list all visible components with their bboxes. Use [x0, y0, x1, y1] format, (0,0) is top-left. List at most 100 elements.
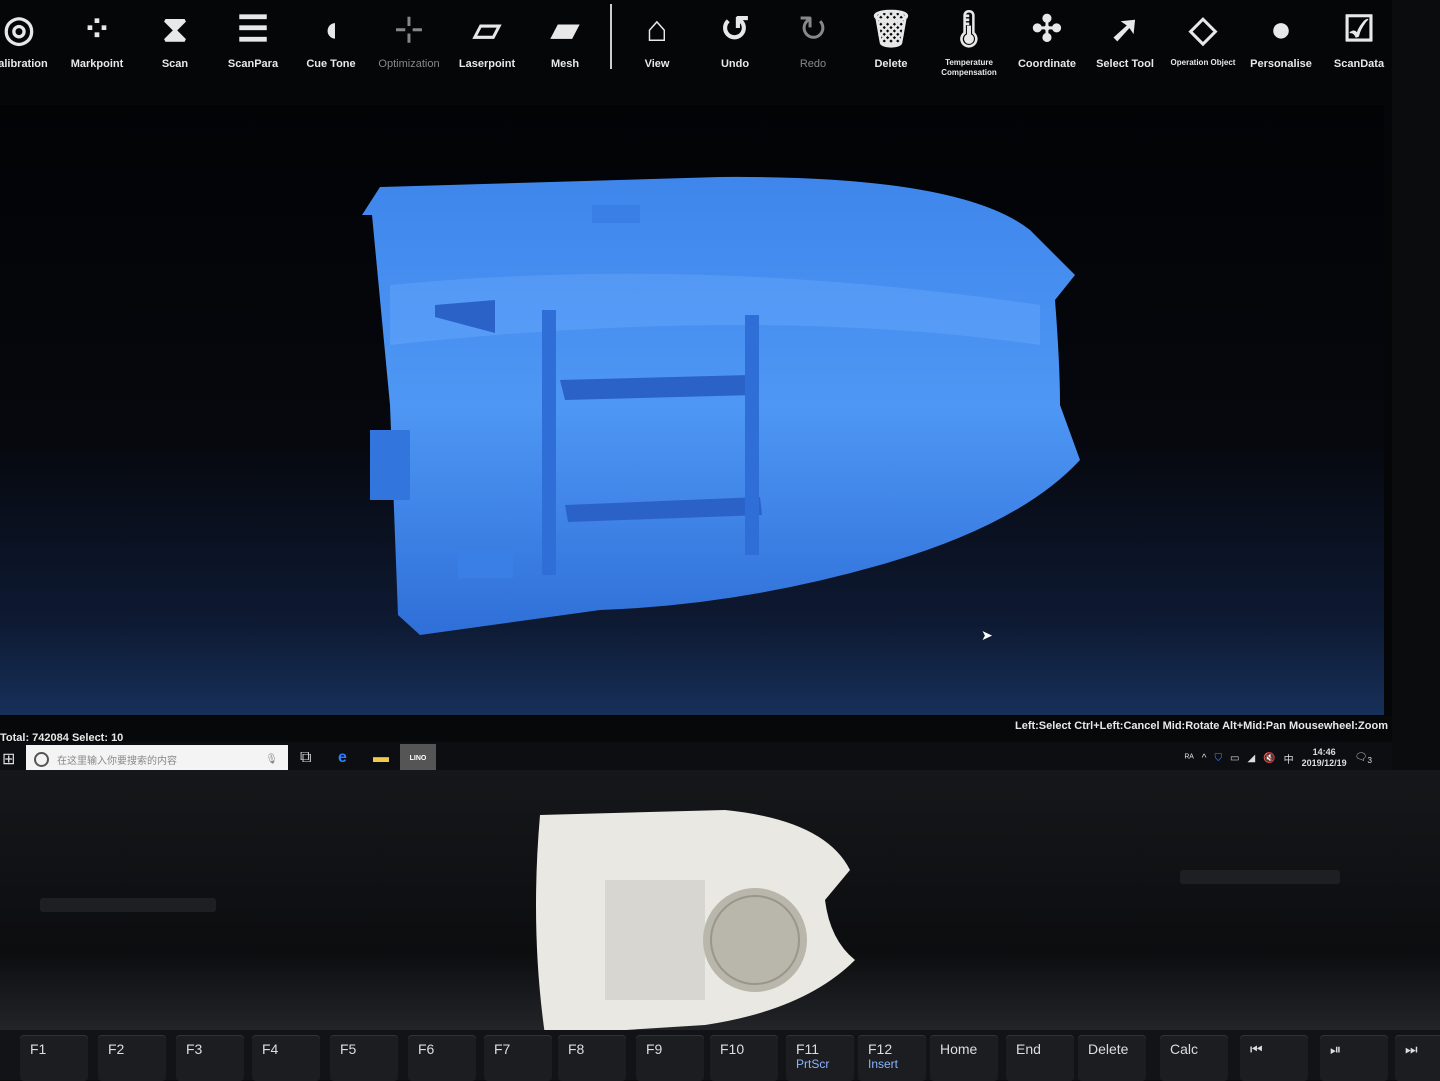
system-tray: ᴿᴬ ^ ⛉ ▭ ◢ 🔇 中 14:46 2019/12/19 🗨3 — [1185, 742, 1372, 770]
key-delete[interactable]: Delete — [1078, 1035, 1146, 1081]
sliders-icon: ☰ — [236, 8, 270, 49]
toolbar-delete-button[interactable]: 🗑 Delete — [852, 0, 930, 71]
lasso-select-icon: ➚ — [1109, 8, 1141, 49]
toolbar-scandata-button[interactable]: ☑ ScanData — [1320, 0, 1392, 71]
edge-browser-icon[interactable]: e — [338, 749, 347, 767]
key-f7[interactable]: F7 — [484, 1035, 552, 1081]
task-view-icon[interactable]: ⧉ — [300, 749, 311, 767]
windows-taskbar: ⊞ 在这里输入你要搜索的内容 🎙 ⧉ e ▬ LINO ᴿᴬ ^ ⛉ ▭ ◢ 🔇… — [0, 742, 1392, 770]
main-toolbar: ◎ Calibration ⁘ Markpoint ⧗ Scan ☰ ScanPara ◖ Cue… — [0, 0, 1392, 105]
key-label: F1 — [30, 1041, 47, 1057]
key-media-18[interactable]: ⏭ — [1395, 1035, 1440, 1081]
trash-icon: 🗑 — [868, 8, 914, 49]
key-f9[interactable]: F9 — [636, 1035, 704, 1081]
key-label: F6 — [418, 1041, 435, 1057]
microphone-icon[interactable]: 🎙 — [265, 754, 278, 765]
key-label: F8 — [568, 1041, 585, 1057]
toolbar-label: Coordinate — [1017, 58, 1077, 70]
key-label: F12 — [868, 1041, 893, 1057]
toolbar-label: Select Tool — [1096, 58, 1154, 70]
toolbar-calibration-button[interactable]: ◎ Calibration — [0, 0, 58, 71]
toolbar-label: Markpoint — [70, 58, 124, 70]
toolbar-select-tool-button[interactable]: ➚ Select Tool — [1086, 0, 1164, 71]
key-f12[interactable]: F12 Insert — [858, 1035, 926, 1081]
key-label: Calc — [1170, 1041, 1199, 1057]
key-f1[interactable]: F1 — [20, 1035, 88, 1081]
toolbar-cue-tone-button[interactable]: ◖ Cue Tone — [292, 0, 370, 71]
scan-icon: ⧗ — [162, 8, 188, 49]
toolbar-label: View — [644, 58, 670, 70]
toolbar-label: Mesh — [550, 58, 580, 70]
key-f2[interactable]: F2 — [98, 1035, 166, 1081]
ime-indicator[interactable]: 中 — [1284, 751, 1294, 766]
toolbar-label: Laserpoint — [458, 58, 516, 70]
toolbar-label: Undo — [720, 58, 750, 70]
personalise-icon: ● — [1270, 8, 1292, 49]
physical-part-photo — [536, 810, 855, 1035]
key-f10[interactable]: F10 — [710, 1035, 778, 1081]
notification-center-icon[interactable]: 🗨3 — [1355, 752, 1372, 765]
operation-object-icon: ◇ — [1189, 8, 1217, 49]
key-label: ⏭ — [1405, 1041, 1418, 1057]
house-icon: ⌂ — [646, 8, 668, 49]
key-home[interactable]: Home — [930, 1035, 998, 1081]
keyboard-function-row: F1 F2 F3 F4 F5 F6 F7 F8 F9 F10 F11 PrtScr F12 Insert H… — [0, 1030, 1440, 1081]
cortana-icon — [34, 751, 49, 767]
key-f4[interactable]: F4 — [252, 1035, 320, 1081]
toolbar-label: Scan — [161, 58, 189, 70]
toolbar-personalise-button[interactable]: ● Personalise — [1242, 0, 1320, 71]
key-f3[interactable]: F3 — [176, 1035, 244, 1081]
key-f8[interactable]: F8 — [558, 1035, 626, 1081]
3d-viewport[interactable]: ➤ — [0, 105, 1384, 715]
status-bar: Total: 742084 Select: 10 Left:Select Ctr… — [0, 716, 1392, 744]
key-label: F2 — [108, 1041, 125, 1057]
key-sub-label: Insert — [868, 1057, 899, 1071]
people-icon[interactable]: ᴿᴬ — [1185, 753, 1194, 764]
key-f5[interactable]: F5 — [330, 1035, 398, 1081]
toolbar-label: Cue Tone — [306, 58, 356, 70]
toolbar-operation-object-button[interactable]: ◇ Operation Object — [1164, 0, 1242, 68]
toolbar-view-button[interactable]: ⌂ View — [618, 0, 696, 71]
toolbar-laserpoint-button[interactable]: ▱ Laserpoint — [448, 0, 526, 71]
key-label: F4 — [262, 1041, 279, 1057]
redo-icon: ↻ — [797, 8, 829, 49]
key-media-17[interactable]: ⏯ — [1320, 1035, 1388, 1081]
windows-start-icon[interactable]: ⊞ — [2, 749, 15, 769]
toolbar-redo-button[interactable]: ↻ Redo — [774, 0, 852, 71]
key-label: F11 — [796, 1041, 820, 1057]
toolbar-mesh-button[interactable]: ▰ Mesh — [526, 0, 604, 71]
toolbar-temperature-compensation-button[interactable]: 🌡 Temperature Compensation — [930, 0, 1008, 78]
battery-icon[interactable]: ▭ — [1230, 753, 1239, 764]
checklist-icon: ☑ — [1342, 8, 1376, 49]
toolbar-label: Operation Object — [1170, 58, 1236, 67]
toolbar-label: ScanPara — [227, 58, 279, 70]
tray-expand-icon[interactable]: ^ — [1202, 753, 1207, 764]
file-explorer-icon[interactable]: ▬ — [373, 749, 389, 767]
key-label: F9 — [646, 1041, 663, 1057]
toolbar-label: Calibration — [0, 58, 48, 70]
toolbar-undo-button[interactable]: ↺ Undo — [696, 0, 774, 71]
key-label: ⏮ — [1250, 1041, 1263, 1057]
toolbar-label: Redo — [799, 58, 827, 70]
scanned-mesh-model[interactable] — [0, 105, 1384, 715]
key-f6[interactable]: F6 — [408, 1035, 476, 1081]
search-placeholder: 在这里输入你要搜索的内容 — [57, 755, 177, 767]
toolbar-scan-button[interactable]: ⧗ Scan — [136, 0, 214, 71]
toolbar-scanpara-button[interactable]: ☰ ScanPara — [214, 0, 292, 71]
scanner-app-taskbar-button[interactable]: LINO — [400, 744, 436, 770]
key-calc[interactable]: Calc — [1160, 1035, 1228, 1081]
volume-muted-icon[interactable]: 🔇 — [1263, 753, 1275, 764]
clock[interactable]: 14:46 2019/12/19 — [1302, 747, 1347, 769]
toolbar-markpoint-button[interactable]: ⁘ Markpoint — [58, 0, 136, 71]
key-media-16[interactable]: ⏮ — [1240, 1035, 1308, 1081]
security-shield-icon[interactable]: ⛉ — [1215, 753, 1223, 764]
key-f11[interactable]: F11 PrtScr — [786, 1035, 854, 1081]
key-end[interactable]: End — [1006, 1035, 1074, 1081]
laptop-bezel — [0, 770, 1440, 1035]
toolbar-coordinate-button[interactable]: ✣ Coordinate — [1008, 0, 1086, 71]
taskbar-search-input[interactable]: 在这里输入你要搜索的内容 🎙 — [26, 745, 288, 770]
wifi-icon[interactable]: ◢ — [1247, 753, 1255, 764]
toolbar-label: ScanData — [1333, 58, 1385, 70]
toolbar-optimization-button[interactable]: ⊹ Optimization — [370, 0, 448, 71]
thermometer-icon: 🌡 — [946, 8, 992, 49]
